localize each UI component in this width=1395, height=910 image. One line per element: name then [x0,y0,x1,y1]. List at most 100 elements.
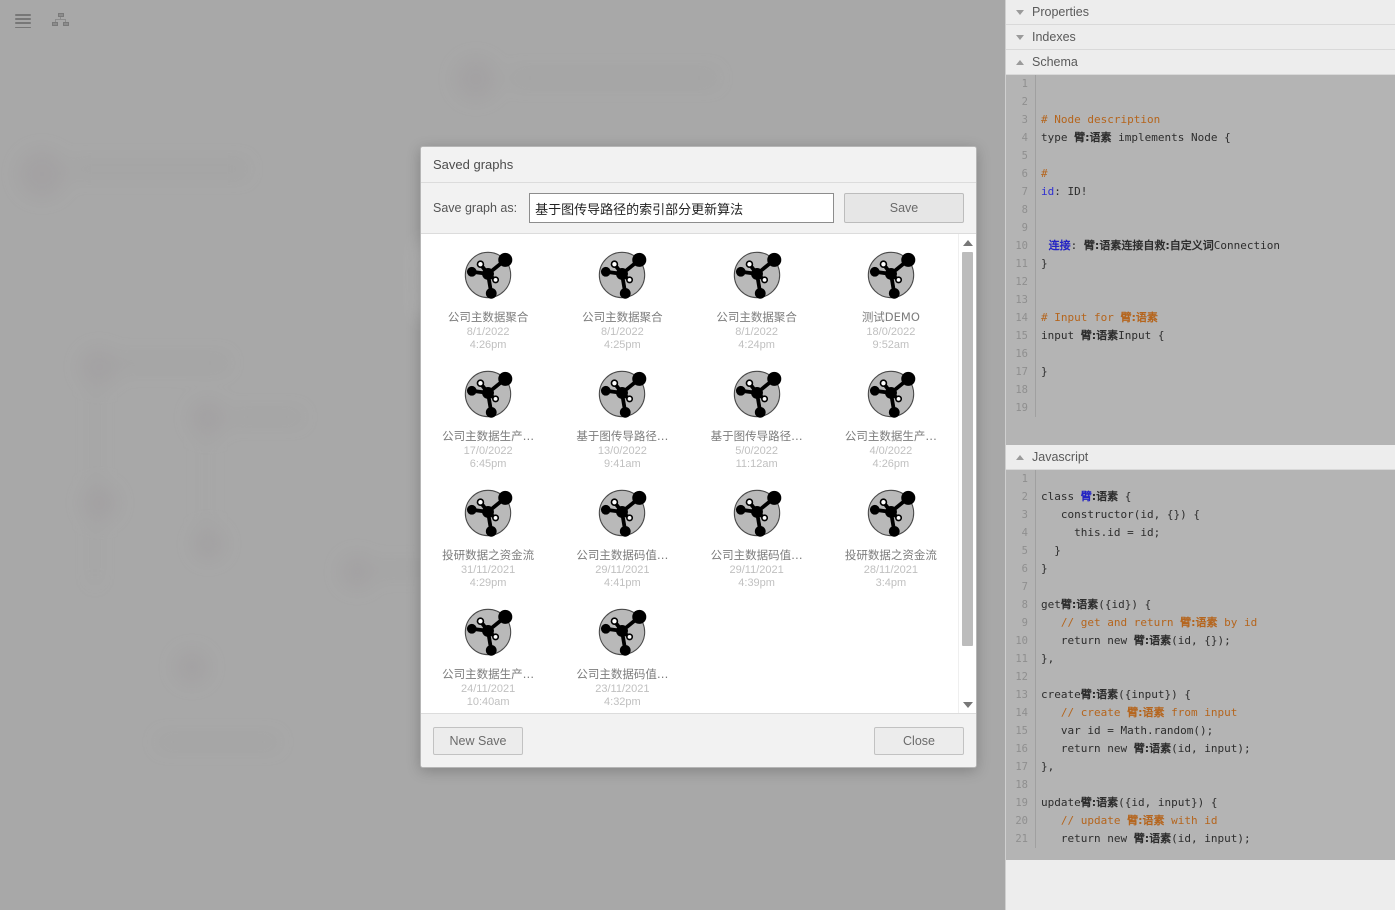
code-line: 15 input 臂:语素Input { [1006,327,1395,345]
hierarchy-tree-icon[interactable] [52,13,70,27]
graph-network-icon [599,370,647,418]
saved-graph-item[interactable]: 公司主数据聚合 8/1/2022 4:26pm [421,242,555,361]
code-line: 1 [1006,75,1395,93]
saved-graph-name: 公司主数据生产… [442,667,535,681]
scroll-down-icon[interactable] [959,696,976,713]
saved-graph-name: 公司主数据码值… [576,548,669,562]
scrollbar-thumb[interactable] [962,252,973,647]
saved-graph-item[interactable]: 公司主数据生产… 4/0/2022 4:26pm [824,361,958,480]
code-line: 10 return new 臂:语素(id, {}); [1006,632,1395,650]
save-graph-name-input[interactable] [529,193,834,223]
saved-graph-item[interactable]: 公司主数据码值… 23/11/2021 4:32pm [555,599,689,713]
saved-graph-date: 31/11/2021 4:29pm [461,564,516,589]
section-header-properties[interactable]: Properties [1006,0,1395,25]
code-line: 19 update臂:语素({id, input}) { [1006,794,1395,812]
line-number: 6 [1006,560,1036,578]
code-text: # [1041,167,1048,180]
code-line: 1 [1006,470,1395,488]
saved-graph-date: 8/1/2022 4:24pm [735,326,779,351]
code-text: // get and return 臂:语素 by id [1041,616,1258,629]
code-line: 18 [1006,381,1395,399]
saved-graph-item[interactable]: 基于图传导路径… 13/0/2022 9:41am [555,361,689,480]
code-line: 21 return new 臂:语素(id, input); [1006,830,1395,848]
ghost-node-2 [80,348,118,386]
code-text: 连接: 臂:语素连接自救:自定义词Connection [1041,239,1280,252]
code-line: 17} [1006,363,1395,381]
graphs-scrollbar[interactable] [958,234,976,713]
line-number: 13 [1006,291,1036,309]
saved-graphs-dialog: Saved graphs Save graph as: Save 公司主数据聚合… [420,146,977,768]
saved-graph-item[interactable]: 公司主数据码值… 29/11/2021 4:39pm [690,480,824,599]
code-line: 16 [1006,345,1395,363]
code-text: return new 臂:语素(id, {}); [1041,634,1231,647]
graph-network-icon [599,489,647,537]
line-number: 18 [1006,381,1036,399]
saved-graph-item[interactable]: 测试DEMO 18/0/2022 9:52am [824,242,958,361]
ghost-node-3 [190,400,226,436]
chevron-down-icon [1016,34,1024,40]
section-header-indexes[interactable]: Indexes [1006,25,1395,50]
saved-graph-item[interactable]: 基于图传导路径… 5/0/2022 11:12am [690,361,824,480]
hamburger-menu-icon[interactable] [15,14,31,29]
code-line: 10 连接: 臂:语素连接自救:自定义词Connection [1006,237,1395,255]
line-number: 2 [1006,93,1036,111]
saved-graph-item[interactable]: 投研数据之资金流 28/11/2021 3:4pm [824,480,958,599]
code-text: // update 臂:语素 with id [1041,814,1218,827]
code-text: update臂:语素({id, input}) { [1041,796,1218,809]
line-number: 14 [1006,704,1036,722]
line-number: 17 [1006,758,1036,776]
line-number: 2 [1006,488,1036,506]
graph-network-icon [464,489,513,537]
scroll-up-icon[interactable] [959,234,976,251]
scrollbar-track[interactable] [962,252,973,695]
code-line: 16 return new 臂:语素(id, input); [1006,740,1395,758]
line-number: 3 [1006,111,1036,129]
line-number: 15 [1006,722,1036,740]
code-line: 6} [1006,560,1395,578]
graph-network-icon [867,489,916,537]
code-line: 3 constructor(id, {}) { [1006,506,1395,524]
line-number: 9 [1006,614,1036,632]
saved-graph-item[interactable]: 公司主数据生产… 24/11/2021 10:40am [421,599,555,713]
saved-graph-date: 29/11/2021 4:41pm [595,564,650,589]
code-line: 2 [1006,93,1395,111]
close-button[interactable]: Close [874,726,964,755]
saved-graph-date: 13/0/2022 9:41am [597,445,647,470]
graph-network-icon [867,251,916,299]
saved-graph-name: 公司主数据生产… [442,429,535,443]
code-text: }, [1041,652,1055,665]
code-line: 12 [1006,668,1395,686]
saved-graph-date: 17/0/2022 6:45pm [463,445,513,470]
saved-graph-item[interactable]: 投研数据之资金流 31/11/2021 4:29pm [421,480,555,599]
schema-code-editor[interactable]: 1 2 3 # Node description 4 type 臂:语素 implemen… [1006,75,1395,445]
code-line: 9 [1006,219,1395,237]
javascript-code-editor[interactable]: 1 2 class 臂:语素 {3 constructor(id, {}) {4 t… [1006,470,1395,860]
section-header-schema[interactable]: Schema [1006,50,1395,75]
saved-graph-item[interactable]: 公司主数据聚合 8/1/2022 4:25pm [555,242,689,361]
code-line: 18 [1006,776,1395,794]
code-line: 3 # Node description [1006,111,1395,129]
line-number: 4 [1006,524,1036,542]
saved-graphs-list: 公司主数据聚合 8/1/2022 4:26pm 公司主数据聚合 8/1/2022 4:25… [421,234,976,714]
graph-network-icon [464,251,513,299]
section-header-javascript[interactable]: Javascript [1006,445,1395,470]
save-button[interactable]: Save [844,193,964,223]
line-number: 10 [1006,632,1036,650]
code-text: type 臂:语素 implements Node { [1041,131,1231,144]
saved-graph-item[interactable]: 公司主数据生产… 17/0/2022 6:45pm [421,361,555,480]
saved-graph-item[interactable]: 公司主数据聚合 8/1/2022 4:24pm [690,242,824,361]
saved-graph-item[interactable]: 公司主数据码值… 29/11/2021 4:41pm [555,480,689,599]
new-save-button[interactable]: New Save [433,726,523,755]
graph-network-icon [464,370,513,418]
saved-graph-name: 基于图传导路径… [576,429,669,443]
code-text: class 臂:语素 { [1041,490,1132,503]
saved-graph-name: 公司主数据码值… [576,667,669,681]
line-number: 12 [1006,668,1036,686]
saved-graph-date: 24/11/2021 10:40am [461,683,516,708]
line-number: 8 [1006,596,1036,614]
